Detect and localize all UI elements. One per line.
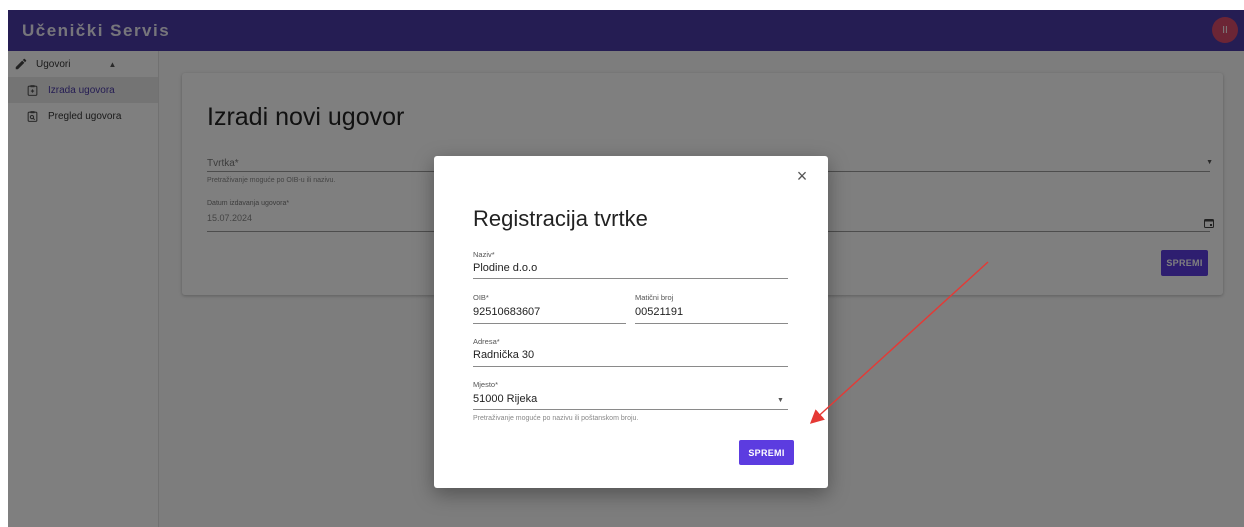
annotation-arrow (809, 261, 989, 424)
